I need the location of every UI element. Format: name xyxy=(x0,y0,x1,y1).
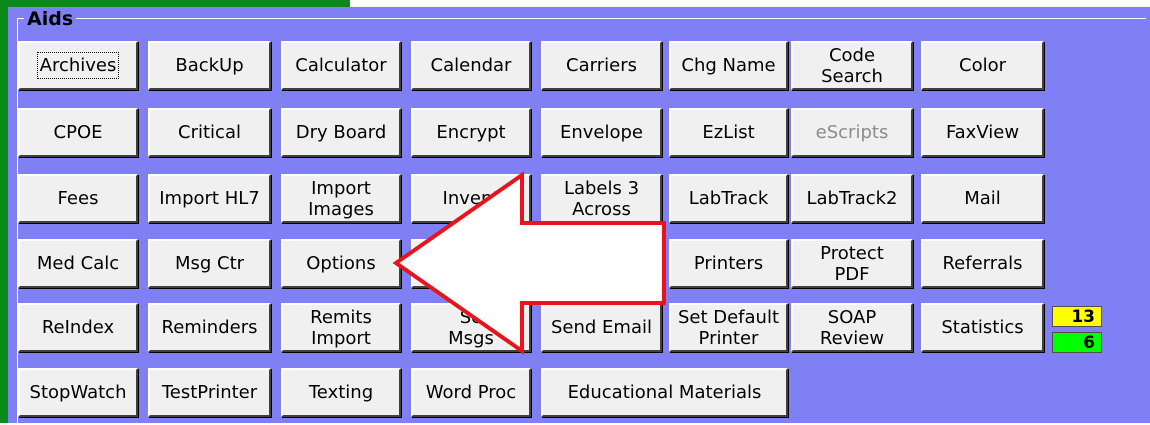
printers-button[interactable]: Printers xyxy=(669,239,788,288)
soap-review-button[interactable]: SOAP Review xyxy=(791,303,913,352)
calculator-button[interactable]: Calculator xyxy=(281,41,401,90)
critical-button[interactable]: Critical xyxy=(148,108,271,157)
archives-button[interactable]: Archives xyxy=(18,41,138,90)
left-green-border xyxy=(0,0,8,423)
mail-button[interactable]: Mail xyxy=(921,174,1044,223)
escripts-button[interactable]: eScripts xyxy=(791,108,913,157)
testprinter-button[interactable]: TestPrinter xyxy=(148,368,271,417)
encrypt-button[interactable]: Encrypt xyxy=(411,108,531,157)
fees-button[interactable]: Fees xyxy=(18,174,138,223)
texting-button[interactable]: Texting xyxy=(281,368,401,417)
labtrack-button[interactable]: LabTrack xyxy=(669,174,788,223)
chg-name-button[interactable]: Chg Name xyxy=(669,41,788,90)
labtrack2-button[interactable]: LabTrack2 xyxy=(791,174,913,223)
faxview-button[interactable]: FaxView xyxy=(921,108,1044,157)
secure-msgs-button[interactable]: Se Msgs xyxy=(411,303,531,352)
hidden-button-r4c5[interactable] xyxy=(541,239,662,288)
referrals-button[interactable]: Referrals xyxy=(921,239,1044,288)
top-green-border xyxy=(8,0,350,7)
inventory-button[interactable]: Invent xyxy=(411,174,531,223)
hidden-button-r4c4[interactable] xyxy=(411,239,531,288)
import-images-button[interactable]: Import Images xyxy=(281,174,401,223)
msg-ctr-button[interactable]: Msg Ctr xyxy=(148,239,271,288)
word-proc-button[interactable]: Word Proc xyxy=(411,368,531,417)
carriers-button[interactable]: Carriers xyxy=(541,41,662,90)
reindex-button[interactable]: ReIndex xyxy=(18,303,138,352)
educational-materials-button[interactable]: Educational Materials xyxy=(541,368,788,417)
med-calc-button[interactable]: Med Calc xyxy=(18,239,138,288)
options-button[interactable]: Options xyxy=(281,239,401,288)
remits-import-button[interactable]: Remits Import xyxy=(281,303,401,352)
backup-button[interactable]: BackUp xyxy=(148,41,271,90)
reminders-button[interactable]: Reminders xyxy=(148,303,271,352)
ezlist-button[interactable]: EzList xyxy=(669,108,788,157)
stopwatch-button[interactable]: StopWatch xyxy=(18,368,138,417)
statistics-button[interactable]: Statistics xyxy=(921,303,1044,352)
green-count-badge: 6 xyxy=(1052,332,1102,353)
labels-3-across-button[interactable]: Labels 3 Across xyxy=(541,174,662,223)
set-default-printer-button[interactable]: Set Default Printer xyxy=(669,303,788,352)
archives-button-label: Archives xyxy=(36,52,120,79)
protect-pdf-button[interactable]: Protect PDF xyxy=(791,239,913,288)
code-search-button[interactable]: Code Search xyxy=(791,41,913,90)
cpoe-button[interactable]: CPOE xyxy=(18,108,138,157)
dry-board-button[interactable]: Dry Board xyxy=(281,108,401,157)
calendar-button[interactable]: Calendar xyxy=(411,41,531,90)
envelope-button[interactable]: Envelope xyxy=(541,108,662,157)
yellow-count-badge: 13 xyxy=(1052,306,1102,327)
send-email-button[interactable]: Send Email xyxy=(541,303,662,352)
color-button[interactable]: Color xyxy=(921,41,1044,90)
import-hl7-button[interactable]: Import HL7 xyxy=(148,174,271,223)
aids-group-title: Aids xyxy=(24,8,77,30)
